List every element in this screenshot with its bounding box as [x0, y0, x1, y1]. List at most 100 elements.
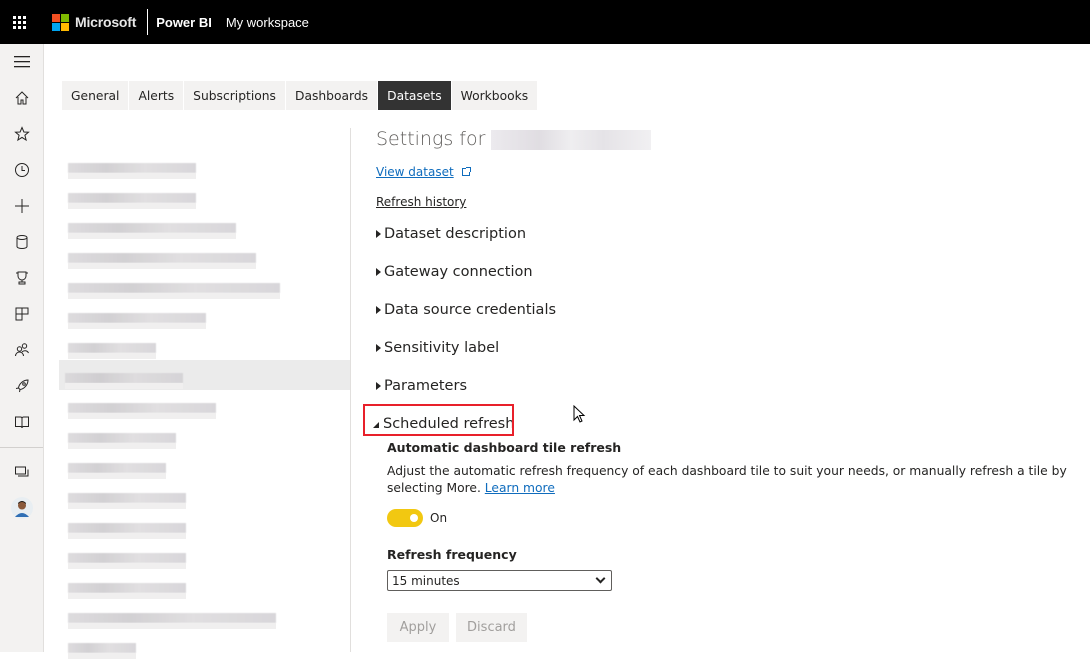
redacted-dataset-name — [491, 129, 652, 150]
redacted-dataset-name — [68, 283, 280, 293]
refresh-frequency-select[interactable]: 15 minutes — [387, 570, 612, 591]
redacted-dataset-name — [68, 223, 236, 233]
settings-title-prefix: Settings for — [376, 128, 486, 150]
brand-divider — [147, 9, 149, 35]
settings-tabs: General Alerts Subscriptions Dashboards … — [62, 81, 538, 110]
section-dataset-description[interactable]: Dataset description — [376, 226, 526, 242]
redacted-dataset-name — [68, 523, 186, 533]
people-icon[interactable] — [0, 336, 44, 364]
redacted-dataset-name — [68, 193, 196, 203]
highlight-annotation — [363, 404, 514, 436]
redacted-dataset-name — [65, 373, 183, 383]
tile-refresh-description: Adjust the automatic refresh frequency o… — [387, 463, 1067, 497]
dataset-list-item[interactable] — [62, 540, 350, 570]
dataset-list-item[interactable] — [62, 210, 350, 240]
toggle-state-label: On — [430, 511, 448, 525]
star-icon[interactable] — [0, 120, 44, 148]
plus-icon[interactable] — [0, 192, 44, 220]
app-launcher-button[interactable] — [0, 0, 38, 44]
redacted-dataset-name-shadow — [68, 413, 216, 419]
top-bar: Microsoft Power BI My workspace — [0, 0, 1090, 44]
dataset-list-item[interactable] — [62, 300, 350, 330]
dataset-list-item[interactable] — [62, 450, 350, 480]
clock-icon[interactable] — [0, 156, 44, 184]
tab-dashboards[interactable]: Dashboards — [285, 81, 378, 110]
view-dataset-label: View dataset — [376, 165, 454, 179]
dataset-list-item[interactable] — [62, 600, 350, 630]
section-data-source-credentials[interactable]: Data source credentials — [376, 302, 556, 318]
redacted-dataset-name-shadow — [68, 293, 280, 299]
redacted-dataset-name-shadow — [68, 503, 186, 509]
redacted-dataset-name — [68, 493, 186, 503]
dataset-list-item[interactable] — [62, 330, 350, 360]
dataset-list-item[interactable] — [62, 180, 350, 210]
caret-right-icon — [376, 382, 381, 390]
dataset-list-item[interactable] — [62, 480, 350, 510]
toggle-knob — [410, 514, 418, 522]
dataset-list-item[interactable] — [62, 390, 350, 420]
redacted-dataset-name — [68, 463, 166, 473]
redacted-dataset-name-shadow — [68, 233, 236, 239]
waffle-icon — [12, 15, 26, 29]
avatar[interactable] — [0, 494, 44, 522]
section-sensitivity-label[interactable]: Sensitivity label — [376, 340, 499, 356]
dataset-list-item[interactable] — [62, 240, 350, 270]
caret-right-icon — [376, 306, 381, 314]
redacted-dataset-name-shadow — [68, 323, 206, 329]
product-name[interactable]: Power BI — [156, 15, 212, 30]
apps-icon[interactable] — [0, 300, 44, 328]
tab-alerts[interactable]: Alerts — [129, 81, 184, 110]
left-nav — [0, 44, 44, 652]
section-gateway-connection[interactable]: Gateway connection — [376, 264, 533, 280]
section-label: Gateway connection — [384, 264, 533, 280]
redacted-dataset-name-shadow — [68, 533, 186, 539]
redacted-dataset-name — [68, 403, 216, 413]
redacted-dataset-name-shadow — [68, 563, 186, 569]
chevron-down-icon — [595, 573, 606, 584]
nav-separator — [0, 447, 43, 448]
apply-button[interactable]: Apply — [387, 613, 449, 642]
book-icon[interactable] — [0, 408, 44, 436]
dataset-list-item[interactable] — [62, 270, 350, 300]
pane-divider — [350, 128, 351, 652]
tab-datasets[interactable]: Datasets — [378, 81, 451, 110]
redacted-dataset-name-shadow — [68, 593, 186, 599]
section-label: Data source credentials — [384, 302, 557, 318]
discard-button[interactable]: Discard — [456, 613, 527, 642]
learn-more-link[interactable]: Learn more — [485, 481, 555, 495]
redacted-dataset-name-shadow — [68, 473, 166, 479]
tab-subscriptions[interactable]: Subscriptions — [184, 81, 285, 110]
redacted-dataset-name-shadow — [68, 203, 196, 209]
redacted-dataset-name — [68, 433, 176, 443]
redacted-dataset-name — [68, 313, 206, 323]
hamburger-icon[interactable] — [0, 48, 44, 76]
dataset-list-item[interactable] — [62, 570, 350, 600]
section-parameters[interactable]: Parameters — [376, 378, 467, 394]
section-label: Dataset description — [384, 226, 527, 242]
tab-workbooks[interactable]: Workbooks — [451, 81, 538, 110]
tile-refresh-title: Automatic dashboard tile refresh — [387, 440, 622, 455]
select-value: 15 minutes — [392, 573, 460, 588]
dataset-list-item[interactable] — [62, 510, 350, 540]
dataset-list-item[interactable] — [62, 150, 350, 180]
tile-refresh-toggle[interactable] — [387, 509, 423, 527]
workspaces-icon[interactable] — [0, 458, 44, 486]
workspace-name[interactable]: My workspace — [226, 15, 309, 30]
rocket-icon[interactable] — [0, 372, 44, 400]
dataset-list-item[interactable] — [59, 360, 350, 390]
refresh-frequency-label: Refresh frequency — [387, 547, 517, 562]
dataset-list — [59, 150, 350, 660]
database-icon[interactable] — [0, 228, 44, 256]
redacted-dataset-name — [68, 163, 196, 173]
refresh-history-link[interactable]: Refresh history — [376, 195, 466, 209]
tab-general[interactable]: General — [62, 81, 129, 110]
redacted-dataset-name-shadow — [65, 383, 183, 389]
trophy-icon[interactable] — [0, 264, 44, 292]
dataset-list-item[interactable] — [62, 420, 350, 450]
view-dataset-link[interactable]: View dataset — [376, 165, 471, 179]
section-label: Parameters — [384, 378, 467, 394]
redacted-dataset-name-shadow — [68, 353, 156, 359]
home-icon[interactable] — [0, 84, 44, 112]
dataset-list-item[interactable] — [62, 630, 350, 660]
microsoft-logo-icon — [52, 13, 69, 31]
